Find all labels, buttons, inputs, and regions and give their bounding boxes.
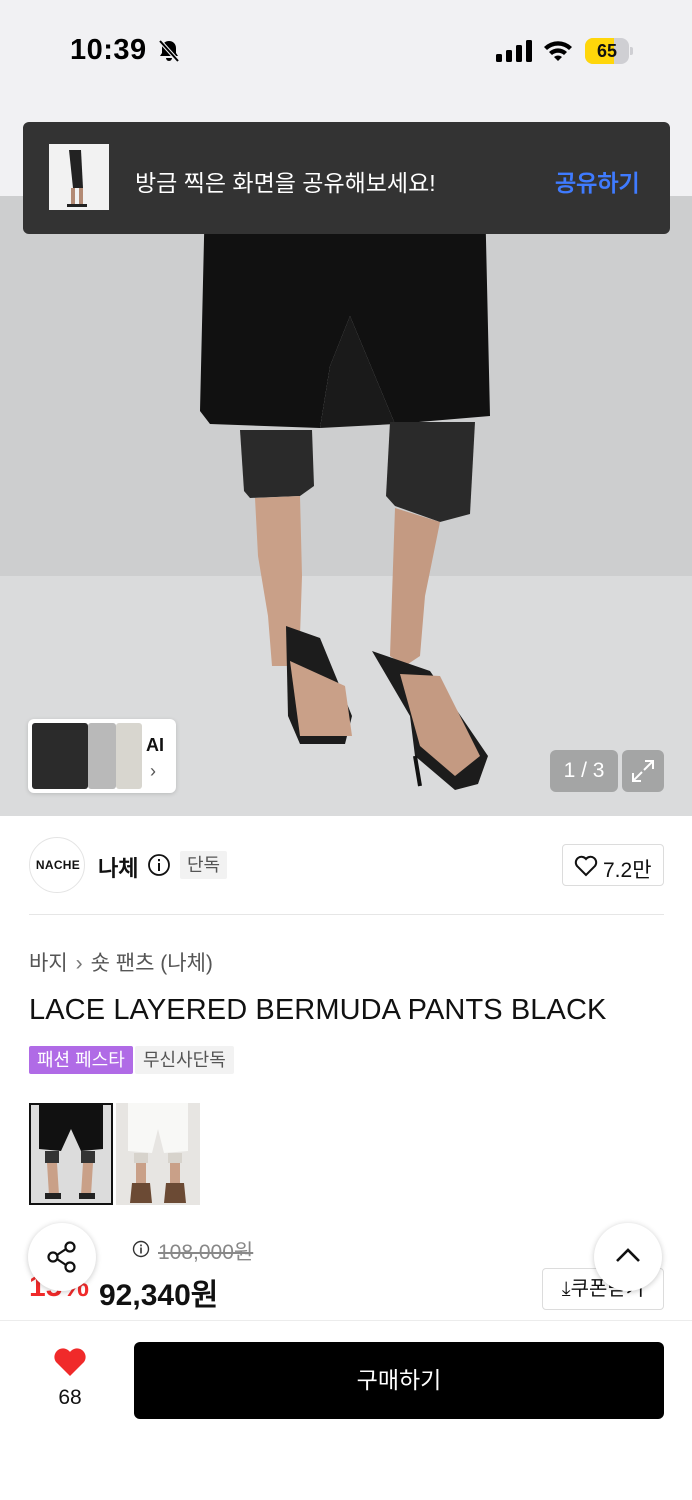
screenshot-thumbnail bbox=[49, 144, 109, 210]
musinsa-exclusive-tag: 무신사단독 bbox=[135, 1046, 234, 1074]
info-icon[interactable] bbox=[147, 853, 171, 877]
info-icon[interactable] bbox=[132, 1240, 150, 1258]
download-icon: ⤓ bbox=[561, 1278, 571, 1300]
brand-name[interactable]: 나체 bbox=[98, 851, 138, 883]
breadcrumb-item-category[interactable]: 바지 bbox=[29, 952, 68, 975]
brand-like-button[interactable]: 7.2만 bbox=[562, 844, 664, 886]
scroll-to-top-button[interactable] bbox=[594, 1223, 662, 1291]
bell-slash-icon bbox=[158, 39, 180, 63]
buy-button[interactable]: 구매하기 bbox=[134, 1342, 664, 1419]
color-option-white[interactable] bbox=[116, 1103, 200, 1205]
breadcrumb: 바지 › 숏 팬츠 (나체) bbox=[29, 947, 213, 977]
battery-percent: 65 bbox=[596, 41, 618, 61]
original-price: 108,000원 bbox=[158, 1241, 254, 1264]
breadcrumb-item-subcategory[interactable]: 숏 팬츠 (나체) bbox=[91, 952, 213, 975]
share-now-button[interactable]: 공유하기 bbox=[555, 164, 640, 198]
share-button[interactable] bbox=[28, 1223, 96, 1291]
ai-label: AI bbox=[146, 735, 164, 755]
brand-like-count: 7.2만 bbox=[603, 859, 652, 882]
ai-similar-thumbnails[interactable]: AI › bbox=[28, 719, 176, 793]
fashion-festa-tag: 패션 페스타 bbox=[29, 1046, 133, 1074]
product-title: LACE LAYERED BERMUDA PANTS BLACK bbox=[29, 994, 607, 1026]
breadcrumb-separator: › bbox=[75, 952, 83, 975]
divider bbox=[29, 914, 664, 915]
share-icon bbox=[47, 1241, 76, 1273]
toast-message: 방금 찍은 화면을 공유해보세요! bbox=[135, 170, 436, 196]
share-toast: 방금 찍은 화면을 공유해보세요! 공유하기 bbox=[23, 122, 670, 234]
heart-filled-icon[interactable] bbox=[52, 1346, 88, 1378]
like-count: 68 bbox=[58, 1386, 82, 1409]
thumbnail-image bbox=[32, 723, 88, 789]
cellular-signal-icon bbox=[496, 40, 532, 62]
clock: 10:39 bbox=[70, 34, 147, 66]
thumbnail-image bbox=[88, 723, 116, 789]
chevron-up-icon bbox=[616, 1248, 640, 1262]
expand-icon bbox=[632, 760, 654, 782]
wifi-icon bbox=[544, 41, 572, 61]
exclusive-badge: 단독 bbox=[180, 851, 228, 879]
chevron-right-icon: › bbox=[150, 761, 156, 781]
expand-button[interactable] bbox=[622, 750, 664, 792]
heart-outline-icon bbox=[574, 855, 598, 877]
battery-icon: 65 bbox=[585, 38, 633, 64]
color-option-black[interactable] bbox=[29, 1103, 113, 1205]
image-counter: 1 / 3 bbox=[550, 750, 618, 792]
final-price: 92,340원 bbox=[99, 1279, 219, 1312]
thumbnail-image bbox=[116, 723, 142, 789]
brand-logo[interactable]: NACHE bbox=[29, 837, 85, 893]
